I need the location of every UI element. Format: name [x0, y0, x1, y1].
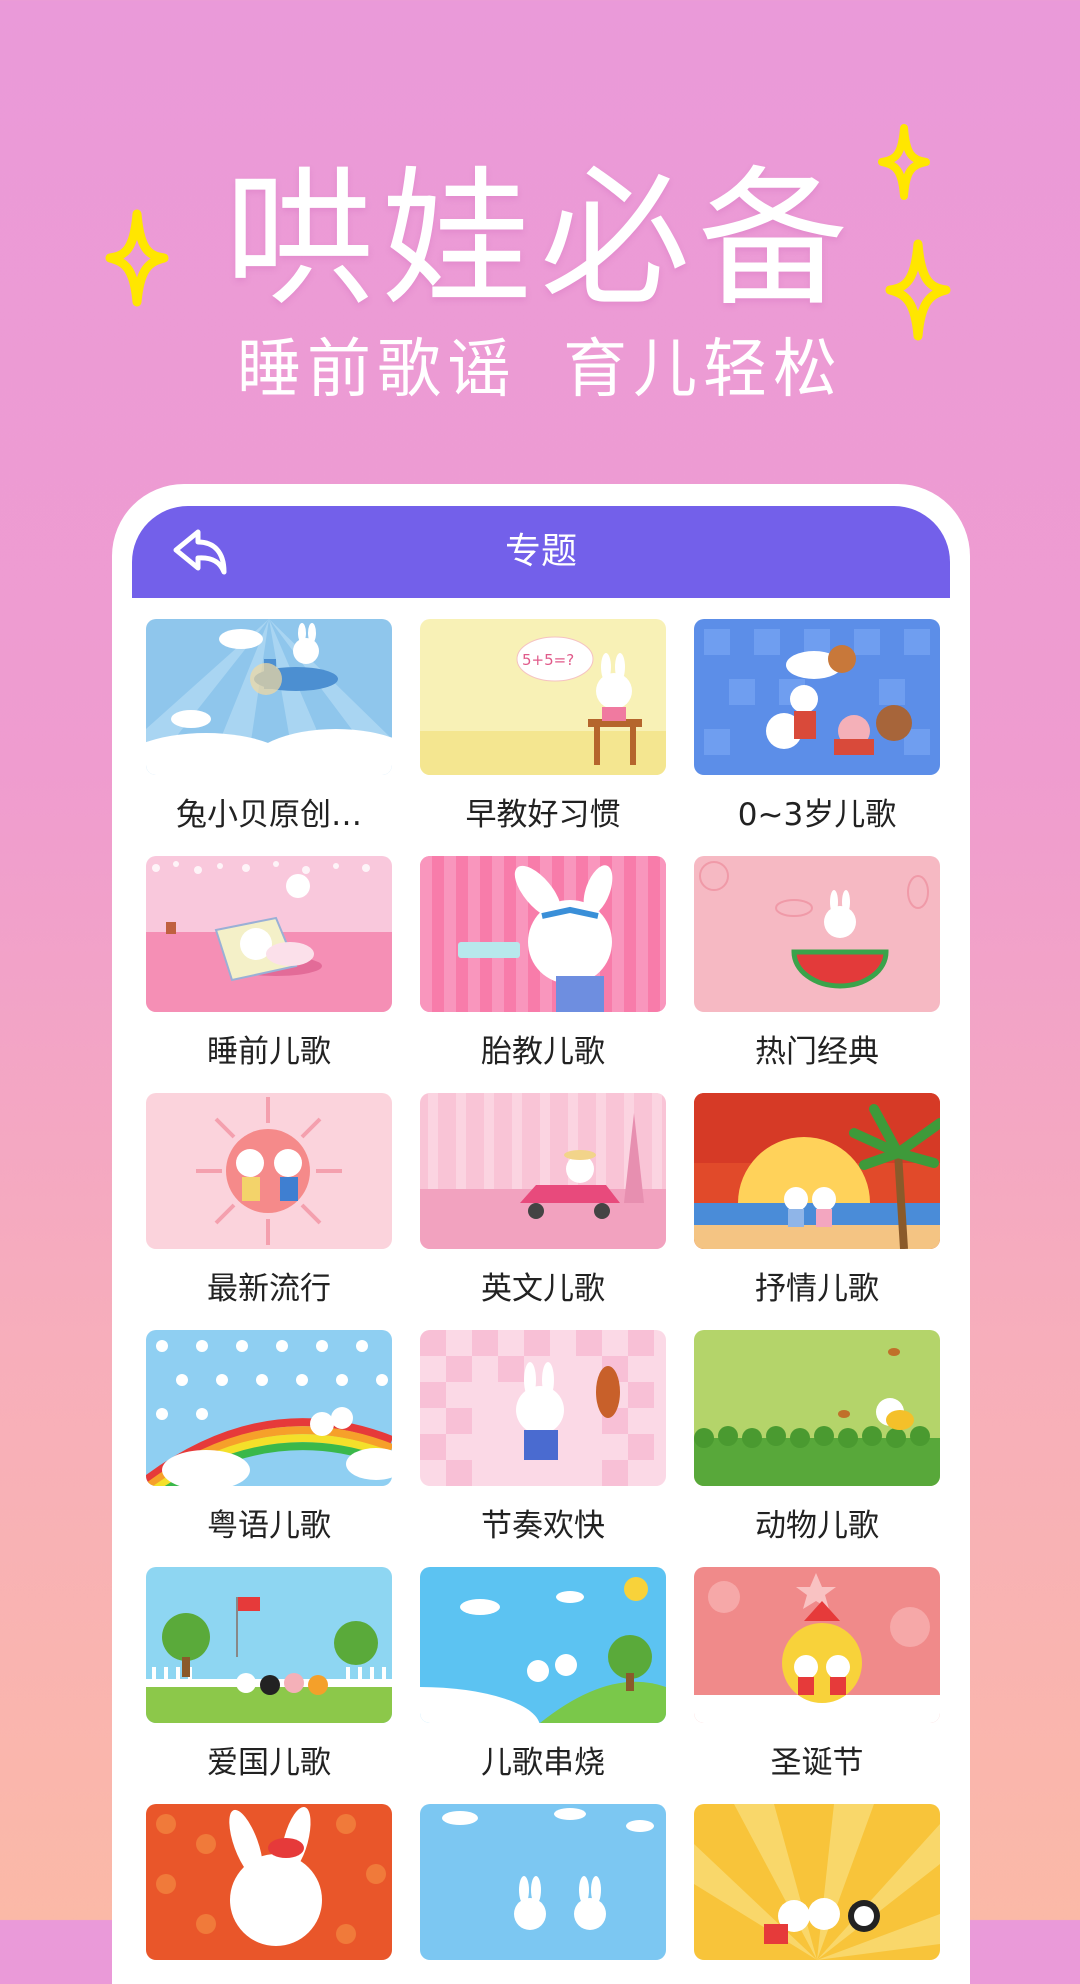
topic-label: 热门经典: [755, 1034, 879, 1070]
topic-card[interactable]: 兔小贝原创…: [146, 619, 392, 856]
promo-subline-right: 育儿轻松: [563, 333, 843, 407]
topic-label: 圣诞节: [770, 1745, 864, 1781]
topic-thumbnail: [146, 1330, 392, 1486]
topic-label: 最新流行: [207, 1271, 331, 1307]
phone-frame: 专题 兔小贝原创… 5+5=? 早教好习惯 0~3岁儿歌睡前儿歌 胎教儿歌 热门经典最新流…: [112, 484, 970, 1984]
nav-bar: 专题: [132, 506, 950, 598]
topic-label: 睡前儿歌: [207, 1034, 331, 1070]
topic-label: 爱国儿歌: [207, 1745, 331, 1781]
topic-label: 兔小贝原创…: [176, 797, 362, 833]
phone-screen: 专题 兔小贝原创… 5+5=? 早教好习惯 0~3岁儿歌睡前儿歌 胎教儿歌 热门经典最新流…: [132, 506, 950, 1984]
topic-thumbnail: [146, 1804, 392, 1960]
topic-thumbnail: 5+5=?: [420, 619, 666, 775]
svg-text:5+5=?: 5+5=?: [522, 651, 574, 669]
topic-card[interactable]: 儿歌串烧: [420, 1567, 666, 1804]
topic-label: 节奏欢快: [481, 1508, 605, 1544]
topic-thumbnail: [420, 1330, 666, 1486]
topic-thumbnail: [146, 856, 392, 1012]
topic-thumbnail: [694, 1567, 940, 1723]
topic-label: 胎教儿歌: [481, 1034, 605, 1070]
topic-card[interactable]: [420, 1804, 666, 1984]
page-title: 专题: [504, 531, 577, 572]
topic-label: 动物儿歌: [755, 1508, 879, 1544]
topic-card[interactable]: [694, 1804, 940, 1984]
topic-thumbnail: [146, 1093, 392, 1249]
topic-card[interactable]: 睡前儿歌: [146, 856, 392, 1093]
topic-card[interactable]: 圣诞节: [694, 1567, 940, 1804]
topic-grid: 兔小贝原创… 5+5=? 早教好习惯 0~3岁儿歌睡前儿歌 胎教儿歌 热门经典最新流行 英文…: [146, 619, 940, 1984]
topic-thumbnail: [146, 1567, 392, 1723]
topic-thumbnail: [694, 1330, 940, 1486]
topic-card[interactable]: [146, 1804, 392, 1984]
topic-card[interactable]: 动物儿歌: [694, 1330, 940, 1567]
topic-thumbnail: [694, 1093, 940, 1249]
topic-thumbnail: [420, 856, 666, 1012]
topic-thumbnail: [694, 619, 940, 775]
topic-thumbnail: [420, 1804, 666, 1960]
topic-card[interactable]: 热门经典: [694, 856, 940, 1093]
topic-thumbnail: [420, 1567, 666, 1723]
topic-thumbnail: [146, 619, 392, 775]
topic-card[interactable]: 胎教儿歌: [420, 856, 666, 1093]
sparkle-icon-bottom-right: [885, 239, 951, 341]
topic-label: 英文儿歌: [481, 1271, 605, 1307]
topic-label: 早教好习惯: [465, 797, 621, 833]
topic-thumbnail: [694, 856, 940, 1012]
topic-card[interactable]: 0~3岁儿歌: [694, 619, 940, 856]
promo-subline-left: 睡前歌谣: [237, 333, 517, 407]
sparkle-icon-left: [105, 209, 169, 307]
topic-thumbnail: [694, 1804, 940, 1960]
sparkle-icon-top-right: [878, 124, 930, 200]
topic-card[interactable]: 5+5=? 早教好习惯: [420, 619, 666, 856]
topic-card[interactable]: 爱国儿歌: [146, 1567, 392, 1804]
topic-card[interactable]: 抒情儿歌: [694, 1093, 940, 1330]
topic-label: 抒情儿歌: [755, 1271, 879, 1307]
topic-card[interactable]: 粤语儿歌: [146, 1330, 392, 1567]
topic-label: 儿歌串烧: [481, 1745, 605, 1781]
topic-thumbnail: [420, 1093, 666, 1249]
topic-card[interactable]: 英文儿歌: [420, 1093, 666, 1330]
topic-card[interactable]: 节奏欢快: [420, 1330, 666, 1567]
topic-label: 粤语儿歌: [207, 1508, 331, 1544]
topic-label: 0~3岁儿歌: [737, 797, 897, 833]
topic-card[interactable]: 最新流行: [146, 1093, 392, 1330]
